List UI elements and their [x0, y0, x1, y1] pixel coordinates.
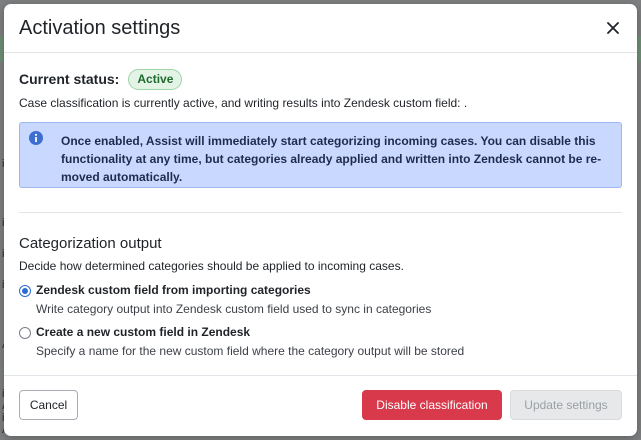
modal-header: Activation settings — [4, 4, 637, 53]
modal-body: Current status: Active Case classificati… — [19, 68, 622, 358]
cancel-button[interactable]: Cancel — [19, 390, 78, 420]
info-icon — [29, 131, 43, 145]
divider — [19, 212, 622, 213]
radio-option-zendesk-field[interactable]: Zendesk custom field from importing cate… — [19, 283, 622, 316]
radio-option-label: Zendesk custom field from importing cate… — [36, 283, 311, 297]
radio-button-selected[interactable] — [19, 285, 31, 297]
status-badge: Active — [128, 68, 183, 90]
activation-settings-modal: Activation settings Current status: Acti… — [4, 4, 637, 436]
info-alert: Once enabled, Assist will immediately st… — [19, 122, 622, 188]
status-row: Current status: Active — [19, 68, 622, 90]
radio-option-description: Specify a name for the new custom field … — [36, 344, 465, 358]
status-description: Case classification is currently active,… — [19, 96, 468, 110]
radio-option-label: Create a new custom field in Zendesk — [36, 325, 251, 339]
disable-classification-button[interactable]: Disable classification — [362, 390, 502, 420]
status-label: Current status: — [19, 71, 120, 87]
section-title: Categorization output — [19, 235, 162, 252]
radio-button[interactable] — [19, 327, 31, 339]
info-text: Once enabled, Assist will immediately st… — [61, 134, 602, 184]
update-settings-button[interactable]: Update settings — [510, 390, 622, 420]
modal-title: Activation settings — [19, 17, 181, 39]
section-description: Decide how determined categories should … — [19, 259, 404, 273]
modal-footer: Cancel Disable classification Update set… — [4, 375, 637, 436]
close-icon — [607, 22, 619, 34]
radio-option-description: Write category output into Zendesk custo… — [36, 302, 432, 316]
close-button[interactable] — [601, 16, 625, 40]
radio-option-new-field[interactable]: Create a new custom field in Zendesk Spe… — [19, 325, 622, 358]
